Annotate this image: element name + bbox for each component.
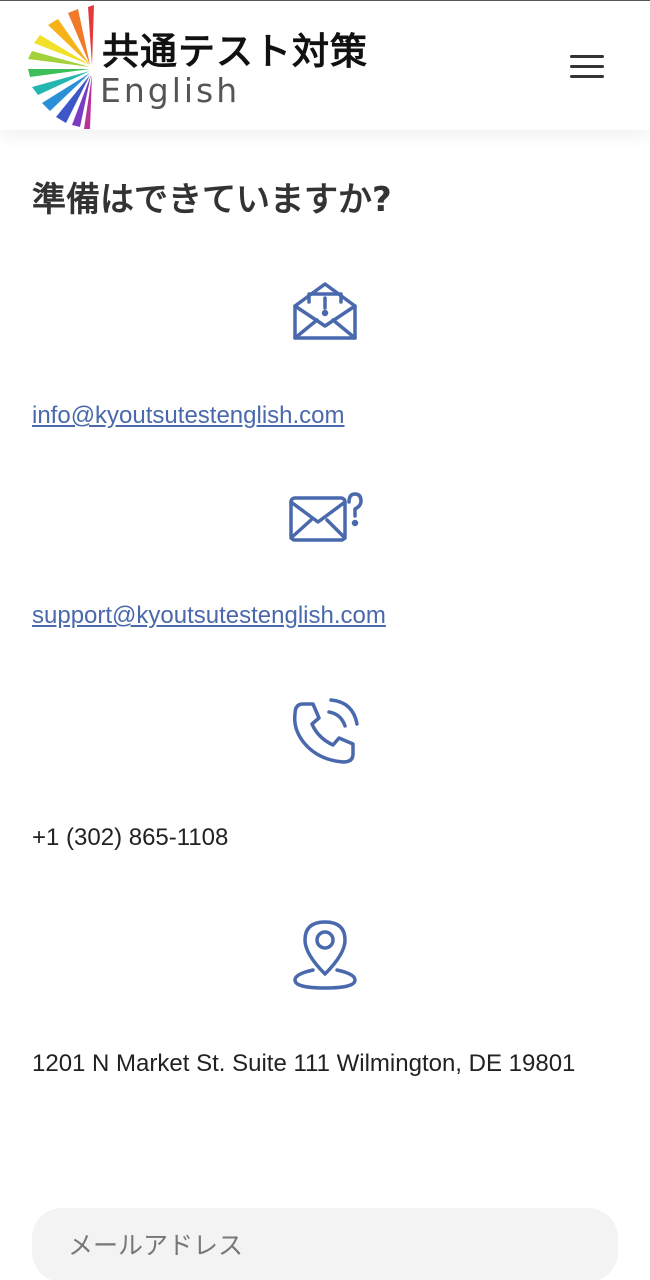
site-header: 共通テスト対策 English — [0, 0, 650, 130]
page: 共通テスト対策 English 準備はできていますか? info@kyoutsu… — [0, 0, 650, 1280]
menu-bar — [570, 55, 604, 58]
envelope-question-icon — [283, 476, 367, 560]
map-pin-icon — [283, 912, 367, 996]
hamburger-menu-icon[interactable] — [566, 51, 606, 83]
email-input-container — [32, 1208, 618, 1280]
logo-subtitle: English — [100, 71, 241, 110]
phone-number: +1 (302) 865-1108 — [32, 824, 229, 851]
contact-heading: 準備はできていますか? — [32, 180, 392, 220]
menu-bar — [570, 75, 604, 78]
info-email-link[interactable]: info@kyoutsutestenglish.com — [32, 402, 345, 430]
address-text: 1201 N Market St. Suite 111 Wilmington, … — [32, 1050, 576, 1077]
phone-ringing-icon — [283, 690, 367, 774]
site-logo[interactable]: 共通テスト対策 English — [28, 3, 408, 129]
support-email-link[interactable]: support@kyoutsutestenglish.com — [32, 602, 386, 630]
menu-bar — [570, 65, 604, 68]
logo-fan-icon — [28, 5, 94, 129]
envelope-alert-icon — [283, 272, 367, 356]
logo-title: 共通テスト対策 — [102, 30, 368, 73]
email-input[interactable] — [32, 1208, 618, 1280]
